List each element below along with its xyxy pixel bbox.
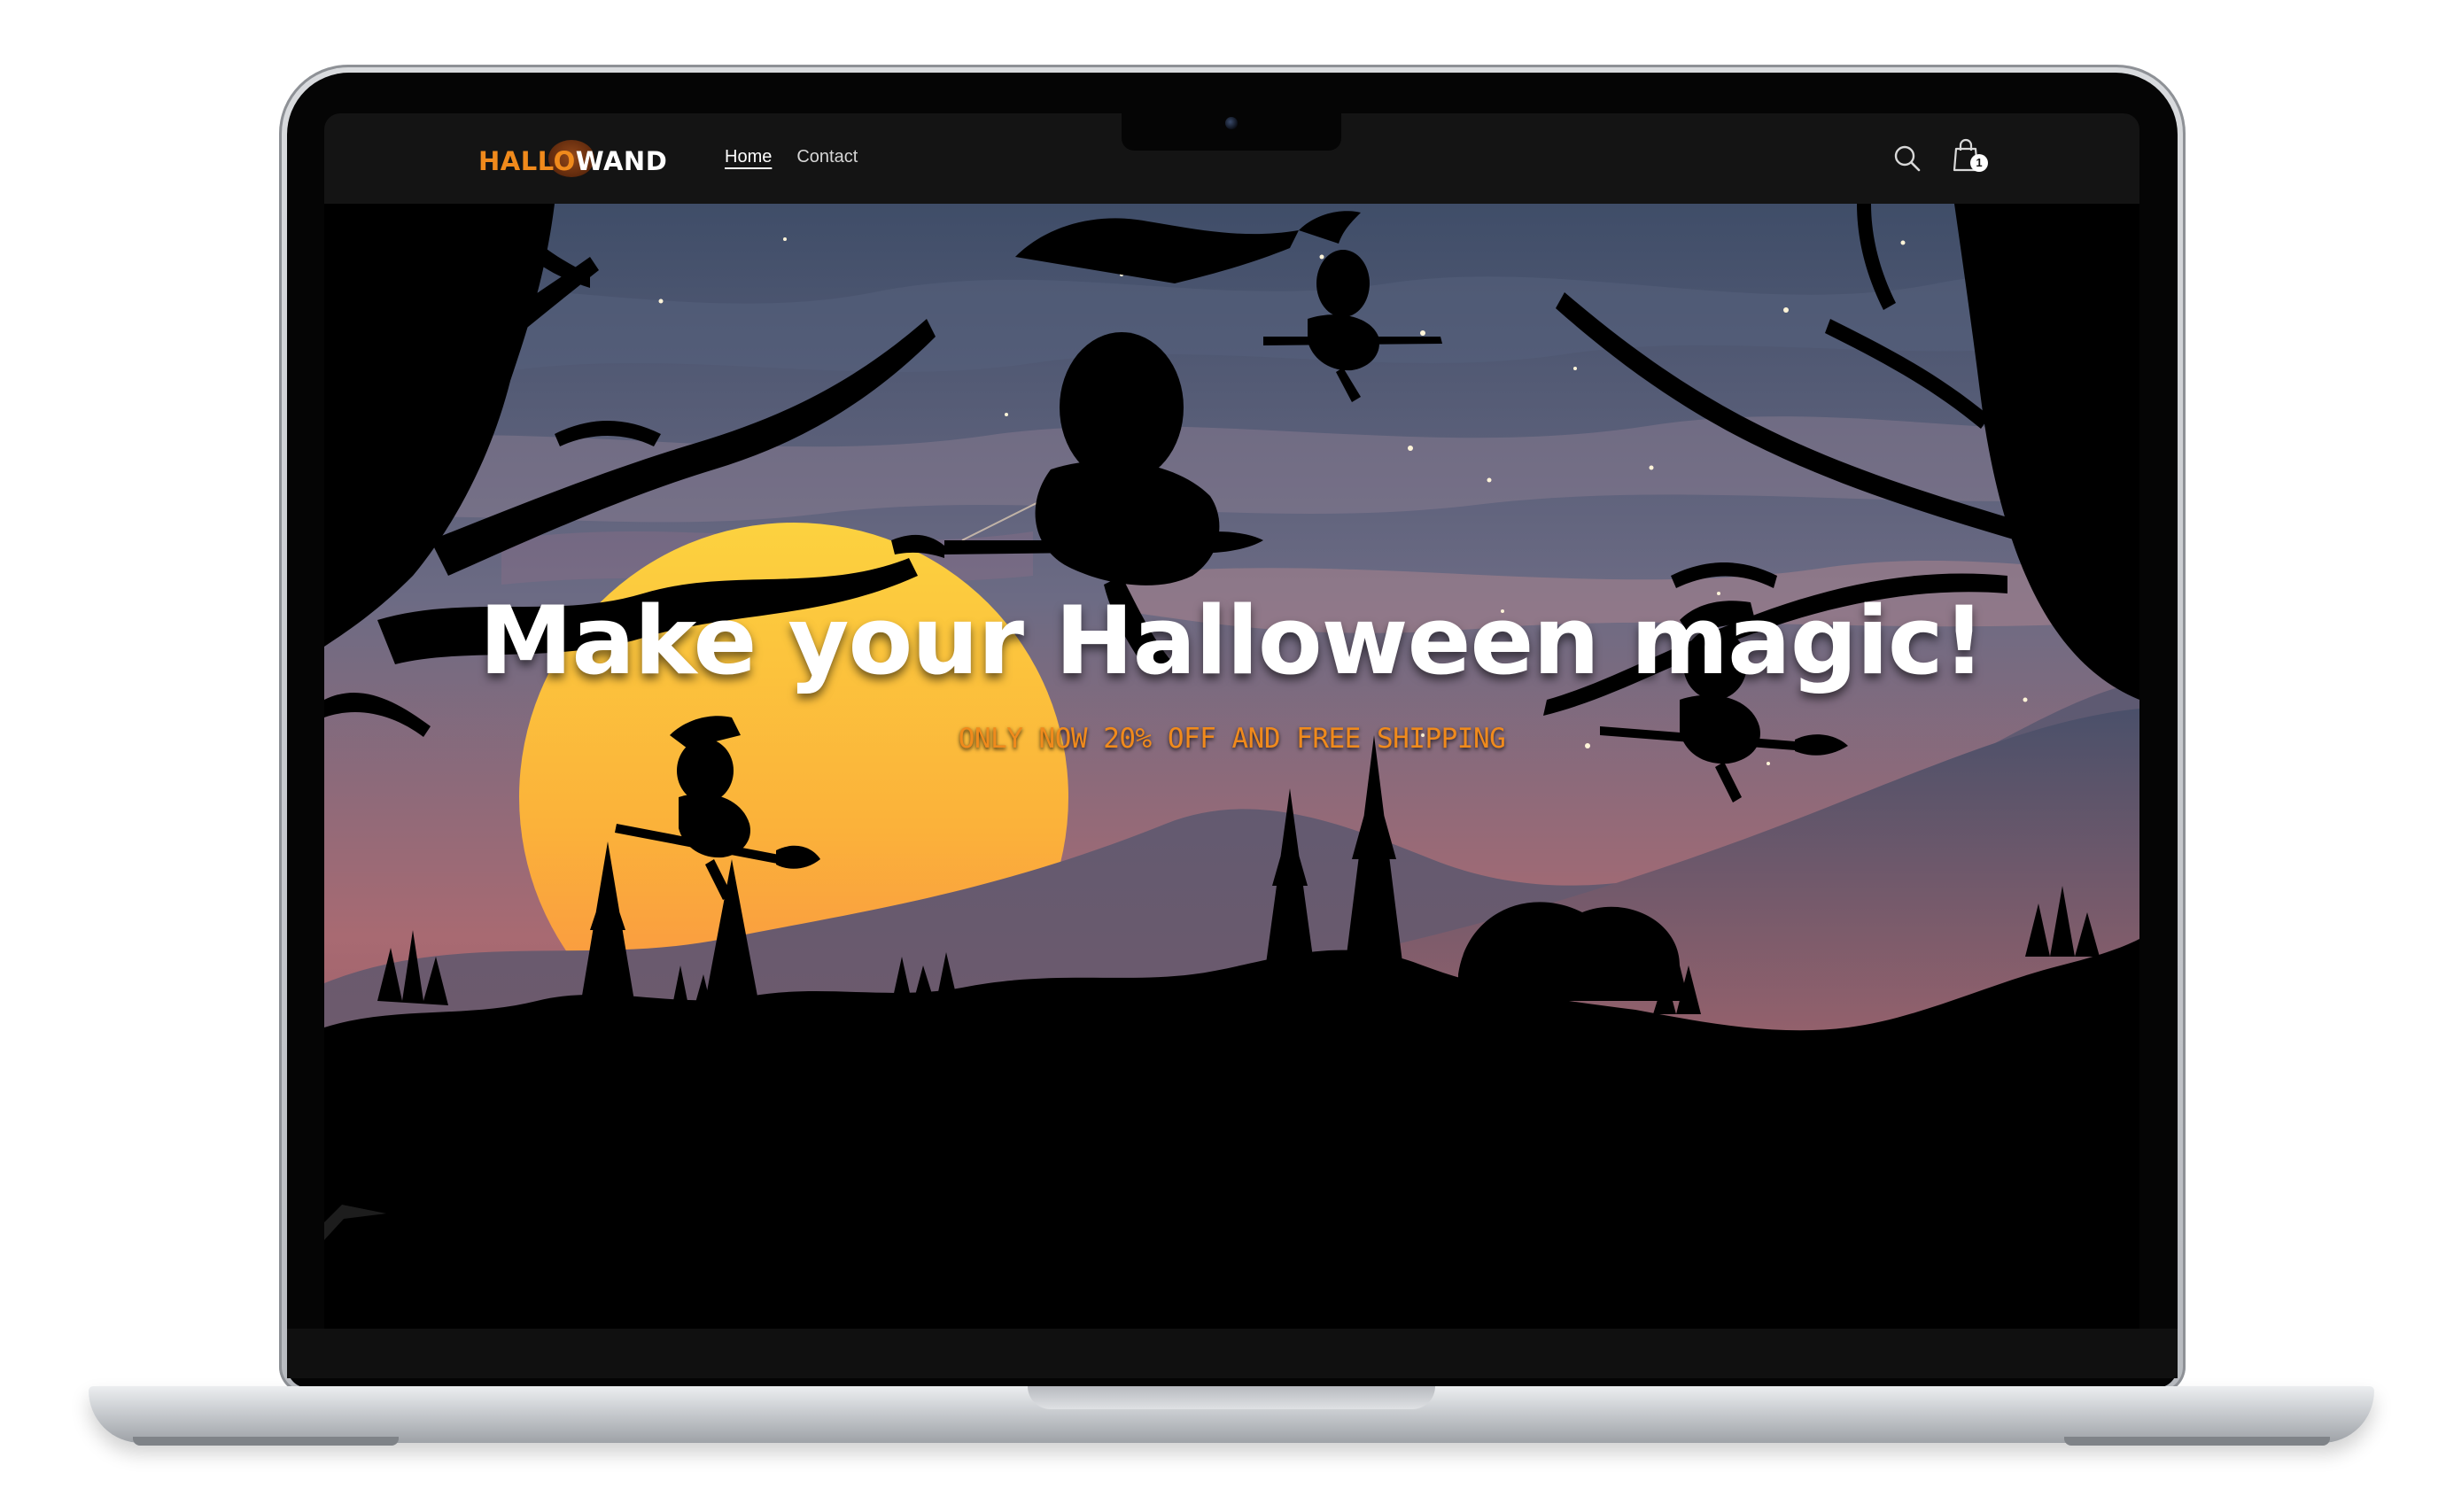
cart-count-badge: 1: [1970, 154, 1988, 172]
site-logo[interactable]: HALLOWAND: [478, 140, 668, 177]
hero-banner: Make your Halloween magic! ONLY NOW 20% …: [324, 204, 2139, 1330]
browser-screen: HALLOWAND Home Contact 1 Make your Hallo…: [324, 113, 2139, 1330]
main-nav: Home Contact: [725, 147, 858, 171]
cart-button[interactable]: 1: [1949, 136, 1992, 179]
logo-text-secondary: WAND: [575, 146, 668, 176]
search-button[interactable]: [1891, 142, 1924, 175]
laptop-foot-left: [133, 1437, 399, 1446]
laptop-foot-right: [2064, 1437, 2330, 1446]
nav-item-contact[interactable]: Contact: [796, 147, 858, 171]
camera-notch: [1122, 108, 1341, 151]
hero-illustration: [324, 204, 2139, 1330]
camera-icon: [1225, 117, 1238, 129]
search-icon: [1894, 145, 1921, 172]
bezel-chin: [287, 1329, 2178, 1378]
hero-title: Make your Halloween magic!: [478, 586, 1985, 695]
nav-item-home[interactable]: Home: [725, 147, 772, 171]
laptop-opening-groove: [1028, 1386, 1435, 1409]
logo-text-primary: HALLO: [478, 146, 576, 176]
hero-subtitle: ONLY NOW 20% OFF AND FREE SHIPPING: [958, 723, 1506, 755]
laptop-mockup: HALLOWAND Home Contact 1 Make your Hallo…: [0, 0, 2446, 1512]
